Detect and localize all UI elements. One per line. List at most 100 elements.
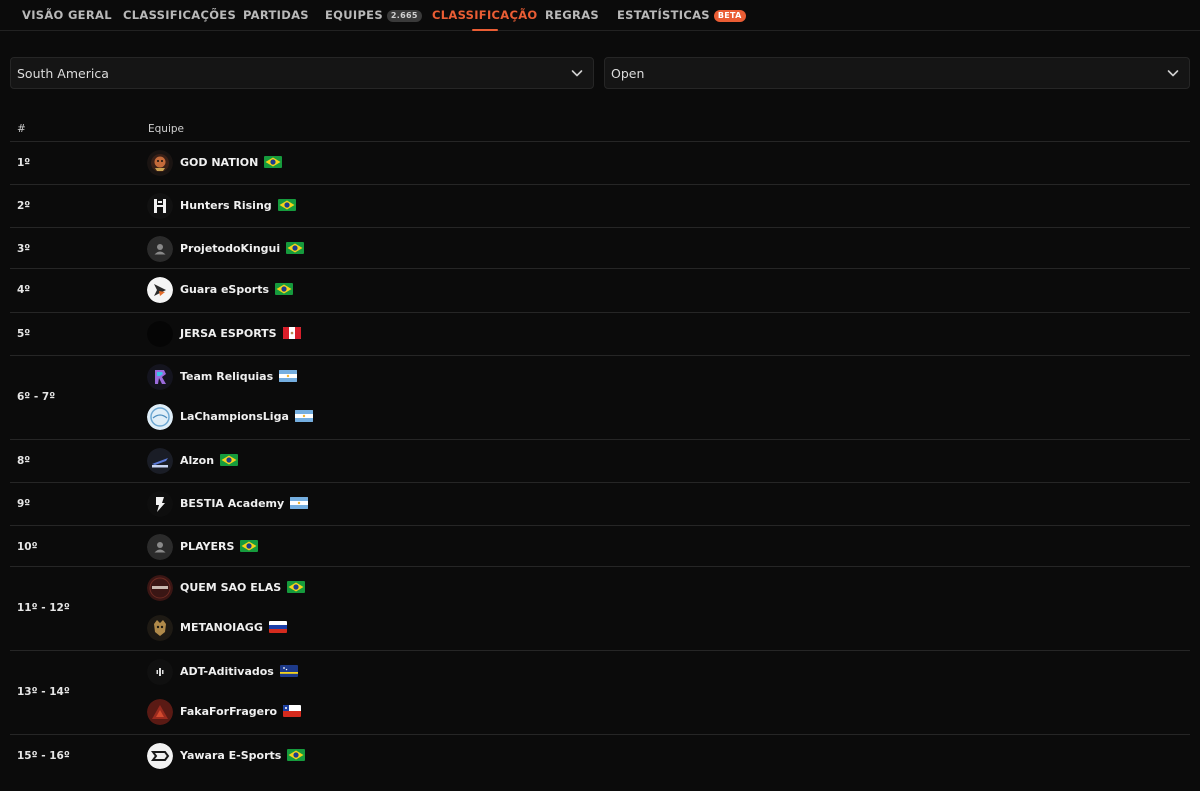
team-name-wrap: BESTIA Academy <box>180 497 309 510</box>
team-avatar <box>147 448 173 474</box>
column-header-rank: # <box>17 123 26 135</box>
tab-regras[interactable]: REGRAS <box>545 8 599 22</box>
team-avatar <box>147 743 173 769</box>
table-row: 6º - 7º Team Reliquias LaChampionsLiga <box>10 355 1190 440</box>
team-avatar <box>147 321 173 347</box>
team-name: Guara eSports <box>180 283 270 296</box>
team-count-badge: 2.665 <box>386 10 422 22</box>
team-name-wrap: Hunters Rising <box>180 199 296 212</box>
team-name: PLAYERS <box>180 540 235 553</box>
flag-ar-icon <box>279 370 298 382</box>
team-name-wrap: JERSA ESPORTS <box>180 327 301 340</box>
team-name-wrap: PLAYERS <box>180 540 259 553</box>
rank-cell: 9º <box>17 498 31 510</box>
flag-ar-icon <box>290 497 309 509</box>
team-avatar <box>147 236 173 262</box>
rank-cell: 8º <box>17 455 31 467</box>
flag-br-icon <box>277 199 296 211</box>
team-avatar <box>147 615 173 641</box>
rank-cell: 13º - 14º <box>17 686 70 698</box>
team-name: Alzon <box>180 454 215 467</box>
flag-br-icon <box>286 242 305 254</box>
flag-br-icon <box>240 540 259 552</box>
team-avatar <box>147 404 173 430</box>
flag-br-icon <box>275 283 294 295</box>
table-row: 9º BESTIA Academy <box>10 482 1190 526</box>
table-row: 13º - 14º ADT-Aditivados FakaForFragero <box>10 650 1190 735</box>
tab-equipes[interactable]: EQUIPES 2.665 <box>325 8 422 22</box>
table-row: 8º Alzon <box>10 439 1190 483</box>
team-name-wrap: QUEM SAO ELAS <box>180 581 306 594</box>
team-avatar <box>147 575 173 601</box>
rank-cell: 3º <box>17 243 31 255</box>
region-select-value: South America <box>17 66 109 81</box>
column-header-team: Equipe <box>148 123 184 135</box>
rank-cell: 4º <box>17 284 31 296</box>
flag-cl-icon <box>283 705 302 717</box>
tab-bar: VISÃO GERAL CLASSIFICAÇÕES PARTIDAS EQUI… <box>0 0 1200 31</box>
team-name-wrap: METANOIAGG <box>180 621 287 634</box>
table-row: 3º ProjetodoKingui <box>10 227 1190 269</box>
team-name: QUEM SAO ELAS <box>180 581 282 594</box>
team-name: Hunters Rising <box>180 199 272 212</box>
team-name-wrap: ProjetodoKingui <box>180 242 305 255</box>
team-name: Yawara E-Sports <box>180 749 282 762</box>
team-avatar <box>147 659 173 685</box>
chevron-down-icon <box>1167 70 1179 77</box>
table-row: 2º Hunters Rising <box>10 184 1190 228</box>
team-name-wrap: LaChampionsLiga <box>180 410 313 423</box>
team-avatar <box>147 699 173 725</box>
table-row: 11º - 12º QUEM SAO ELAS METANOIAGG <box>10 566 1190 651</box>
table-row: 10º PLAYERS <box>10 525 1190 567</box>
flag-br-icon <box>287 581 306 593</box>
tab-classificacao[interactable]: CLASSIFICAÇÃO <box>432 8 538 31</box>
team-avatar <box>147 491 173 517</box>
rank-cell: 10º <box>17 541 38 553</box>
rank-cell: 15º - 16º <box>17 750 70 762</box>
table-row: 5º JERSA ESPORTS <box>10 312 1190 356</box>
flag-br-icon <box>264 156 283 168</box>
rank-cell: 2º <box>17 200 31 212</box>
team-name: LaChampionsLiga <box>180 410 289 423</box>
flag-ar-icon <box>294 410 313 422</box>
team-name: ADT-Aditivados <box>180 665 274 678</box>
flag-br-icon <box>287 749 306 761</box>
team-name: JERSA ESPORTS <box>180 327 277 340</box>
table-row: 1º GOD NATION <box>10 141 1190 185</box>
rank-cell: 11º - 12º <box>17 602 70 614</box>
rank-cell: 6º - 7º <box>17 391 56 403</box>
tab-visao-geral[interactable]: VISÃO GERAL <box>22 8 112 22</box>
team-name-wrap: ADT-Aditivados <box>180 665 298 678</box>
team-name: BESTIA Academy <box>180 497 285 510</box>
table-row: 15º - 16º Yawara E-Sports <box>10 734 1190 791</box>
table-row: 4º Guara eSports <box>10 268 1190 313</box>
team-name: METANOIAGG <box>180 621 263 634</box>
team-avatar <box>147 534 173 560</box>
region-select[interactable]: South America <box>10 57 594 89</box>
team-name: ProjetodoKingui <box>180 242 281 255</box>
team-name-wrap: GOD NATION <box>180 156 283 169</box>
division-select[interactable]: Open <box>604 57 1190 89</box>
team-name: FakaForFragero <box>180 705 278 718</box>
team-name: GOD NATION <box>180 156 259 169</box>
team-avatar <box>147 193 173 219</box>
tab-classificacoes[interactable]: CLASSIFICAÇÕES <box>123 8 236 22</box>
beta-badge: BETA <box>713 10 746 22</box>
flag-ru-icon <box>268 621 287 633</box>
team-name-wrap: Team Reliquias <box>180 370 298 383</box>
team-name-wrap: Guara eSports <box>180 283 294 296</box>
rank-cell: 5º <box>17 328 31 340</box>
team-avatar <box>147 277 173 303</box>
flag-br-icon <box>220 454 239 466</box>
tab-partidas[interactable]: PARTIDAS <box>243 8 309 22</box>
division-select-value: Open <box>611 66 645 81</box>
team-name-wrap: Alzon <box>180 454 239 467</box>
active-tab-indicator <box>471 29 498 31</box>
flag-pe-icon <box>282 327 301 339</box>
team-avatar <box>147 364 173 390</box>
team-name: Team Reliquias <box>180 370 274 383</box>
team-avatar <box>147 150 173 176</box>
tab-estatisticas[interactable]: ESTATÍSTICAS BETA <box>617 8 746 22</box>
chevron-down-icon <box>571 70 583 77</box>
team-name-wrap: FakaForFragero <box>180 705 302 718</box>
